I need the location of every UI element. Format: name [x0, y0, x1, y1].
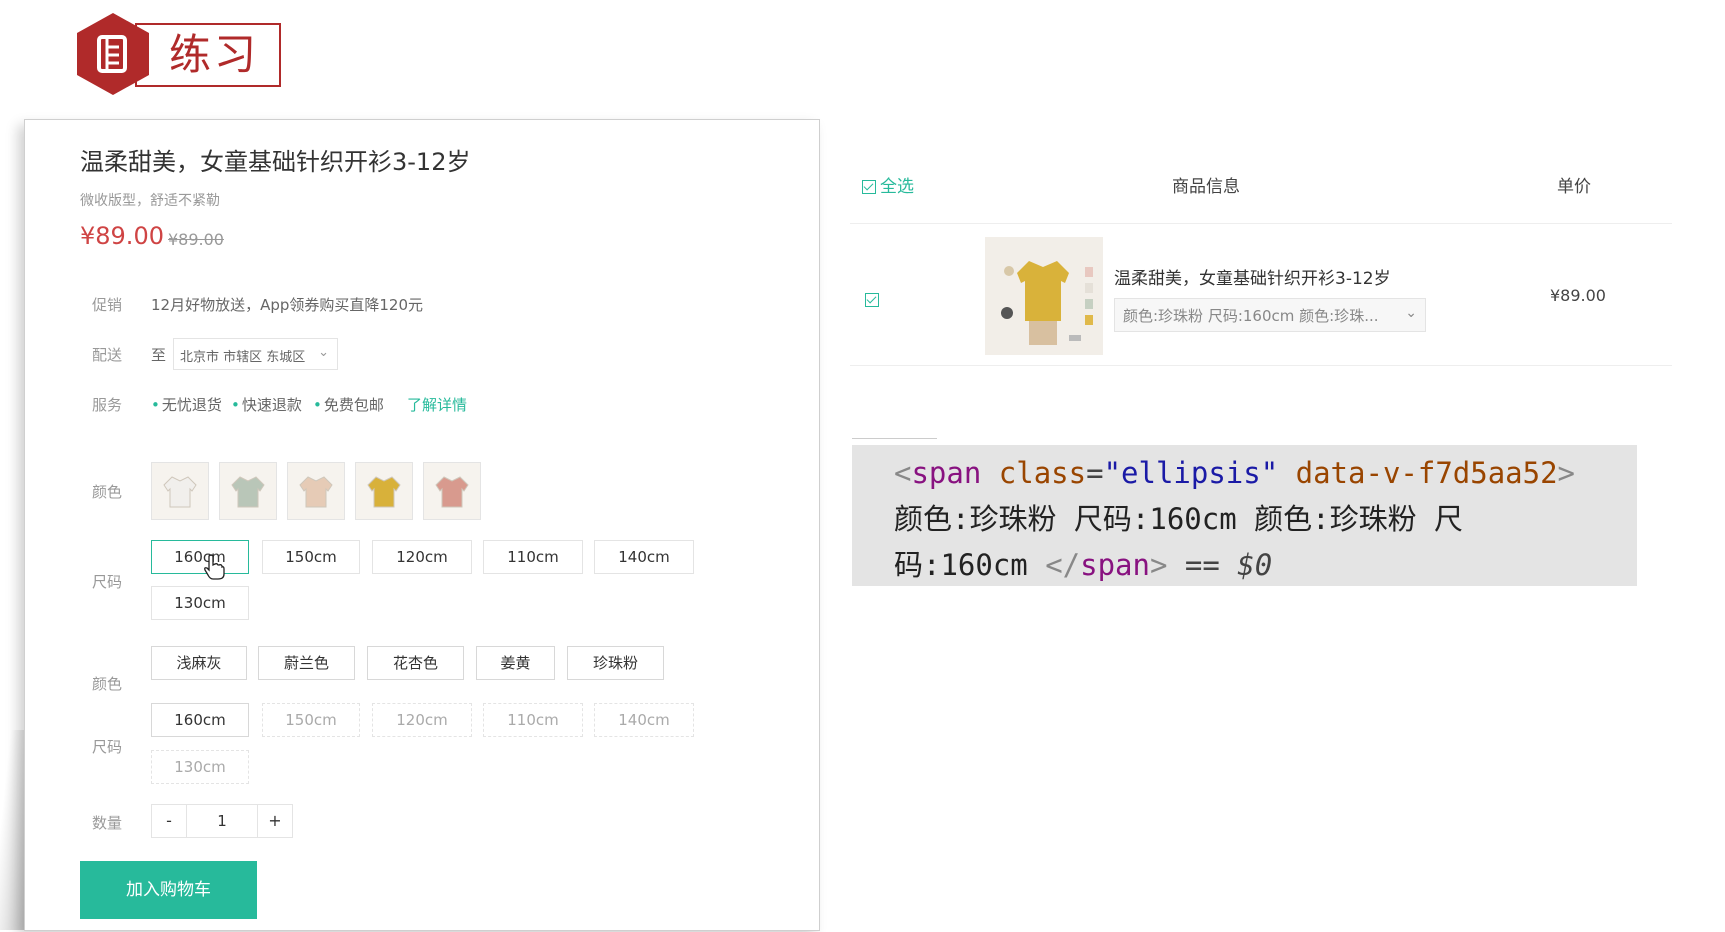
size-chip-disabled: 140cm — [594, 703, 694, 737]
product-old-price: ¥89.00 — [168, 230, 224, 249]
document-icon — [77, 13, 149, 95]
size-chip-disabled: 130cm — [151, 750, 249, 784]
service-details-link[interactable]: 了解详情 — [407, 394, 467, 415]
column-header-price: 单价 — [1557, 177, 1591, 197]
delivery-label: 配送 — [92, 346, 123, 364]
code-snippet: <span class="ellipsis" data-v-f7d5aa52> … — [852, 445, 1637, 586]
decrement-button[interactable]: - — [152, 805, 187, 837]
delivery-to: 至 — [151, 346, 167, 364]
size-chip[interactable]: 160cm — [151, 703, 249, 737]
product-thumbnail[interactable] — [985, 237, 1103, 355]
quantity-label: 数量 — [92, 814, 123, 832]
hand-cursor-icon — [204, 554, 225, 580]
cardigan-icon — [435, 476, 469, 508]
column-header-info: 商品信息 — [1172, 177, 1240, 197]
color-chip[interactable]: 姜黄 — [476, 646, 555, 680]
code-rule — [852, 438, 937, 439]
cardigan-icon — [299, 476, 333, 508]
size-chip[interactable]: 150cm — [262, 540, 360, 574]
size-label: 尺码 — [92, 573, 123, 591]
code-line: <span class="ellipsis" data-v-f7d5aa52> — [894, 456, 1576, 490]
service-label: 服务 — [92, 396, 123, 414]
code-line: 颜色:珍珠粉 尺码:160cm 颜色:珍珠粉 尺 — [894, 502, 1464, 536]
promo-label: 促销 — [92, 296, 123, 314]
increment-button[interactable]: + — [257, 805, 292, 837]
cardigan-icon — [367, 476, 401, 508]
chevron-down-icon: ⌄ — [318, 345, 329, 360]
color-label: 颜色 — [92, 675, 123, 693]
size-chip-disabled: 150cm — [262, 703, 360, 737]
chevron-down-icon: ⌄ — [1405, 305, 1417, 321]
checkbox-checked-icon — [865, 292, 879, 307]
color-swatch[interactable] — [423, 462, 481, 520]
slide-badge: 练习 — [77, 13, 285, 95]
cart-item-name: 温柔甜美，女童基础针织开衫3-12岁 — [1114, 269, 1391, 289]
color-swatch[interactable] — [287, 462, 345, 520]
address-value: 北京市 市辖区 东城区 — [180, 350, 306, 365]
row-checkbox[interactable] — [865, 289, 879, 308]
size-chip[interactable]: 110cm — [483, 540, 583, 574]
size-chip[interactable]: 130cm — [151, 586, 249, 620]
color-chip[interactable]: 花杏色 — [367, 646, 464, 680]
size-label: 尺码 — [92, 738, 123, 756]
checkbox-checked-icon — [862, 180, 876, 194]
product-subtitle: 微收版型，舒适不紧勒 — [80, 193, 220, 209]
add-to-cart-button[interactable]: 加入购物车 — [80, 861, 257, 919]
size-chip[interactable]: 120cm — [372, 540, 472, 574]
select-all-checkbox[interactable]: 全选 — [862, 172, 914, 197]
color-swatch[interactable] — [151, 462, 209, 520]
color-chip[interactable]: 珍珠粉 — [567, 646, 664, 680]
quantity-stepper: - 1 + — [151, 804, 293, 838]
color-chip[interactable]: 蔚兰色 — [258, 646, 355, 680]
address-select[interactable]: 北京市 市辖区 东城区 ⌄ — [173, 338, 338, 370]
code-line: 码:160cm </span> == $0 — [894, 548, 1273, 582]
promo-text: 12月好物放送，App领券购买直降120元 — [151, 296, 424, 314]
service-item: • 免费包邮 — [313, 396, 384, 414]
service-item: • 无忧退货 — [151, 396, 222, 414]
size-chip-disabled: 120cm — [372, 703, 472, 737]
color-swatch[interactable] — [355, 462, 413, 520]
divider — [850, 223, 1672, 224]
size-chip-disabled: 110cm — [483, 703, 583, 737]
cart-item-price: ¥89.00 — [1550, 286, 1606, 305]
product-price: ¥89.00 — [80, 222, 164, 250]
quantity-input[interactable]: 1 — [186, 805, 258, 837]
sku-text: 颜色:珍珠粉 尺码:160cm 颜色:珍珠... — [1123, 307, 1379, 325]
divider — [850, 365, 1672, 366]
product-title: 温柔甜美，女童基础针织开衫3-12岁 — [80, 148, 471, 176]
sku-select[interactable]: 颜色:珍珠粉 尺码:160cm 颜色:珍珠... ⌄ — [1114, 298, 1426, 332]
size-chip[interactable]: 160cm — [151, 540, 249, 574]
color-label: 颜色 — [92, 483, 123, 501]
color-swatch[interactable] — [219, 462, 277, 520]
service-item: • 快速退款 — [231, 396, 302, 414]
badge-title: 练习 — [169, 30, 260, 79]
select-all-label: 全选 — [880, 177, 914, 197]
color-chip[interactable]: 浅麻灰 — [151, 646, 247, 680]
cardigan-icon — [231, 476, 265, 508]
size-chip[interactable]: 140cm — [594, 540, 694, 574]
product-panel: 温柔甜美，女童基础针织开衫3-12岁 微收版型，舒适不紧勒 ¥89.00 ¥89… — [24, 119, 820, 931]
cardigan-icon — [163, 476, 197, 508]
